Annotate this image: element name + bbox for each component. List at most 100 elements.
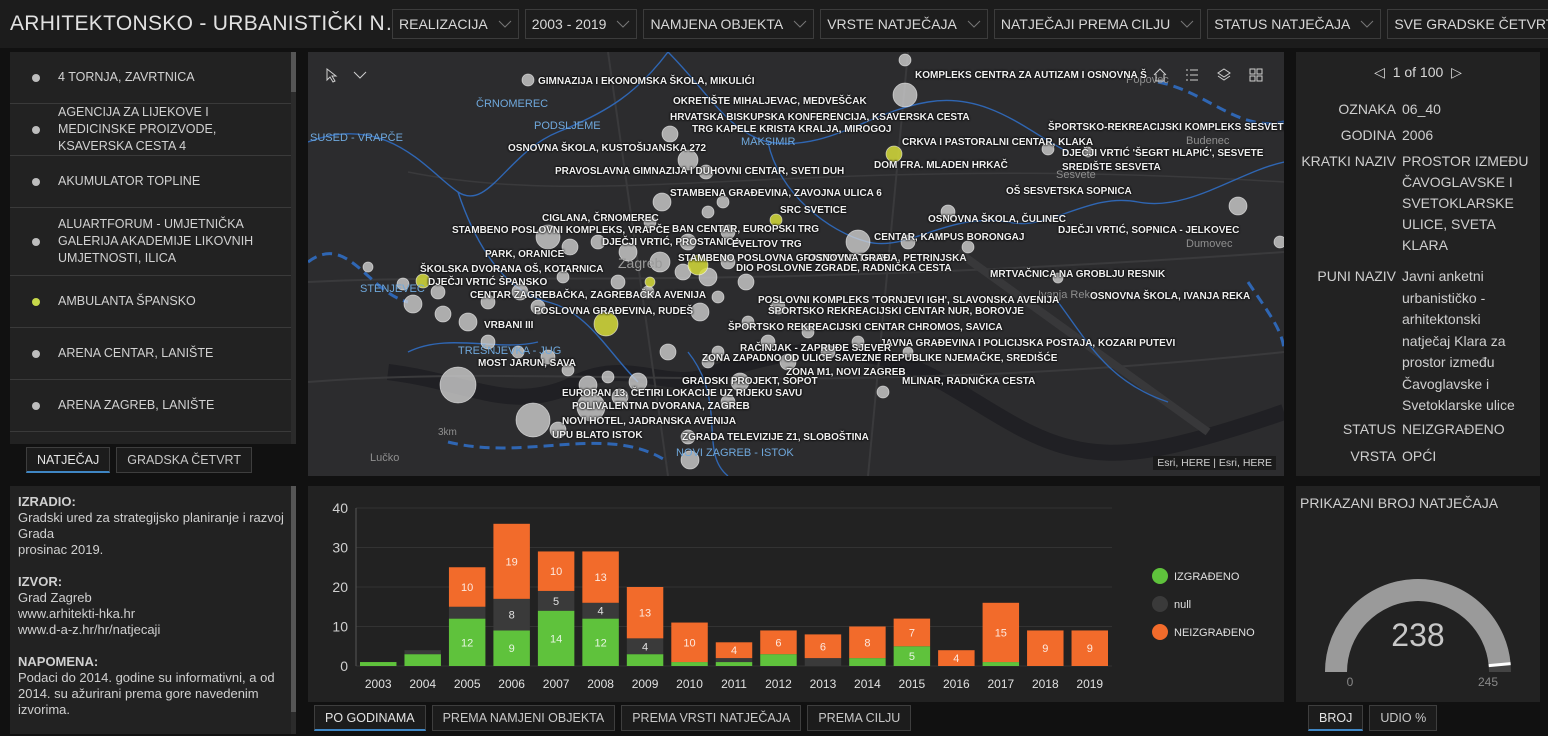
list-item[interactable]: AGENCIJA ZA LIJEKOVE I MEDICINSKE PROIZV… (10, 104, 296, 156)
filter-label: NATJEČAJI PREMA CILJU (1000, 16, 1171, 32)
list-item-label: ARENA CENTAR, LANIŠTE (58, 346, 214, 360)
filter-vrste[interactable]: VRSTE NATJEČAJA (820, 9, 988, 39)
list-scrollbar[interactable] (291, 52, 296, 444)
select-tool-icon[interactable] (318, 62, 346, 88)
bar-izgrađeno[interactable] (671, 662, 708, 666)
filter-cetvrti[interactable]: SVE GRADSKE ČETVRTI (1387, 9, 1548, 39)
feature-label: MOST JARUN, SAVA (478, 358, 576, 369)
bar-izgrađeno[interactable] (626, 654, 664, 666)
x-tick-label: 2015 (899, 677, 926, 691)
chevron-right-icon[interactable]: ▷ (1451, 64, 1462, 80)
data-label: 4 (642, 641, 648, 653)
x-tick-label: 2017 (987, 677, 1014, 691)
bar-null[interactable] (404, 650, 441, 655)
map-view[interactable]: ČRNOMEREC PODSLJEME SUSED - VRAPČE MAKSI… (308, 52, 1284, 476)
feature-label: MLINAR, RADNIČKA CESTA (902, 376, 1036, 387)
x-tick-label: 2004 (409, 677, 436, 691)
notes-heading: NAPOMENA: (18, 654, 99, 669)
data-label: 10 (461, 582, 473, 594)
legend-list-icon[interactable] (1178, 62, 1206, 88)
notes-text: Gradski ured za strategijsko planiranje … (18, 510, 284, 541)
x-tick-label: 2018 (1032, 677, 1059, 691)
app-header: ARHITEKTONSKO - URBANISTIČKI N… REALIZAC… (0, 0, 1548, 48)
list-item[interactable]: ARENA ZAGREB, LANIŠTE (10, 380, 296, 432)
map-attribution[interactable]: Esri, HERE | Esri, HERE (1153, 456, 1276, 470)
bar-null[interactable] (804, 658, 842, 666)
tab-broj[interactable]: BROJ (1308, 705, 1364, 731)
data-label: 8 (509, 610, 515, 622)
gauge-tabs: BROJ UDIO % (1308, 705, 1438, 731)
x-tick-label: 2005 (454, 677, 481, 691)
x-tick-label: 2010 (676, 677, 703, 691)
home-icon[interactable] (1146, 62, 1174, 88)
feature-label: DOM FRA. MLADEN HRKAČ (874, 160, 1008, 171)
bar-izgrađeno[interactable] (982, 662, 1020, 666)
list-item-label: ALUARTFORUM - UMJETNIČKA GALERIJA AKADEM… (58, 217, 254, 265)
x-tick-label: 2007 (543, 677, 570, 691)
filter-years[interactable]: 2003 - 2019 (524, 9, 638, 39)
notes-link[interactable]: www.d-a-z.hr/hr/natjecaji (18, 622, 288, 638)
detail-row: OZNAKA 06_40 (1296, 99, 1540, 120)
feature-label: CENTAR, KAMPUS BORONGAJ (874, 232, 1025, 243)
legend-label: NEIZGRAĐENO (1174, 627, 1255, 639)
chevron-down-icon (793, 19, 807, 29)
notes-link[interactable]: www.arhitekti-hka.hr (18, 606, 288, 622)
scrollbar-thumb[interactable] (291, 486, 296, 712)
tab-gradska-cetvrt[interactable]: GRADSKA ČETVRT (116, 447, 252, 473)
filter-status[interactable]: STATUS NATJEČAJA (1207, 9, 1382, 39)
tab-prema-namjeni[interactable]: PREMA NAMJENI OBJEKTA (431, 705, 616, 731)
chevron-left-icon[interactable]: ◁ (1374, 64, 1385, 80)
notes-text: Podaci do 2014. godine su informativni, … (18, 670, 275, 717)
feature-label: POSLOVNI KOMPLEKS 'TORNJEVI IGH', SLAVON… (758, 295, 1060, 306)
bar-izgrađeno[interactable] (715, 662, 753, 666)
legend-swatch (1152, 624, 1168, 640)
tab-po-godinama[interactable]: PO GODINAMA (314, 705, 426, 731)
tab-natjecaj[interactable]: NATJEČAJ (26, 447, 111, 473)
feature-label: STAMBENO POSLOVNI KOMPLEKS, VRAPČE (452, 225, 670, 236)
list-item[interactable]: ARENA CENTAR, LANIŠTE (10, 328, 296, 380)
x-tick-label: 2009 (632, 677, 659, 691)
detail-key: PUNI NAZIV (1317, 268, 1396, 284)
feature-label: PRAVOSLAVNA GIMNAZIJA I DUHOVNI CENTAR, … (555, 166, 845, 177)
data-label: 9 (509, 643, 515, 655)
filter-namjena[interactable]: NAMJENA OBJEKTA (643, 9, 815, 39)
filter-label: SVE GRADSKE ČETVRTI (1394, 16, 1548, 32)
x-tick-label: 2006 (498, 677, 525, 691)
feature-label: DJEČJI VRTIĆ 'ŠEGRT HLAPIĆ', SESVETE (1062, 148, 1264, 159)
list-item[interactable]: 4 TORNJA, ZAVRTNICA (10, 52, 296, 104)
detail-row: PUNI NAZIV Javni anketni urbanističko - a… (1296, 266, 1540, 417)
feature-label: UPU BLATO ISTOK (552, 430, 643, 441)
detail-row: KRATKI NAZIV PROSTOR IZMEĐU ČAVOGLAVSKE I… (1296, 151, 1540, 256)
feature-label: STAMBENA GRAĐEVINA, ZAVOJNA ULICA 6 (670, 188, 882, 199)
tab-prema-vrsti[interactable]: PREMA VRSTI NATJEČAJA (621, 705, 802, 731)
tab-udio[interactable]: UDIO % (1369, 705, 1438, 731)
feature-label: DJEČJI VRTIĆ ŠPANSKO (428, 277, 548, 288)
scrollbar-thumb[interactable] (291, 52, 296, 92)
notes-scrollbar[interactable] (291, 486, 296, 734)
detail-key: KRATKI NAZIV (1301, 153, 1396, 169)
basemap-gallery-icon[interactable] (1242, 62, 1270, 88)
x-tick-label: 2003 (365, 677, 392, 691)
list-item-label: AKUMULATOR TOPLINE (58, 174, 201, 188)
bar-izgrađeno[interactable] (760, 654, 797, 666)
feature-label: DJEČJI VRTIĆ, SOPNICA - JELKOVEC (1058, 225, 1240, 236)
list-item[interactable]: ALUARTFORUM - UMJETNIČKA GALERIJA AKADEM… (10, 208, 296, 276)
bar-izgrađeno[interactable] (404, 654, 441, 666)
status-dot (32, 349, 40, 358)
filter-cilj[interactable]: NATJEČAJI PREMA CILJU (993, 9, 1202, 39)
filter-label: VRSTE NATJEČAJA (827, 16, 957, 32)
chevron-down-icon[interactable] (346, 62, 374, 88)
filter-realizacija[interactable]: REALIZACIJA (392, 9, 519, 39)
list-item[interactable]: AMBULANTA ŠPANSKO (10, 276, 296, 328)
tab-prema-cilju[interactable]: PREMA CILJU (807, 705, 912, 731)
feature-label: SRC SVETICE (780, 205, 847, 216)
chevron-down-icon (967, 19, 981, 29)
bar-izgrađeno[interactable] (360, 662, 397, 666)
bar-izgrađeno[interactable] (849, 658, 886, 666)
bar-null[interactable] (715, 658, 753, 663)
layers-icon[interactable] (1210, 62, 1238, 88)
list-item[interactable]: AKUMULATOR TOPLINE (10, 156, 296, 208)
bar-null[interactable] (448, 606, 486, 619)
filter-label: STATUS NATJEČAJA (1214, 16, 1351, 32)
feature-label: ŠPORTSKO REKREACIJSKI CENTAR CHROMOS, SA… (728, 322, 1003, 333)
